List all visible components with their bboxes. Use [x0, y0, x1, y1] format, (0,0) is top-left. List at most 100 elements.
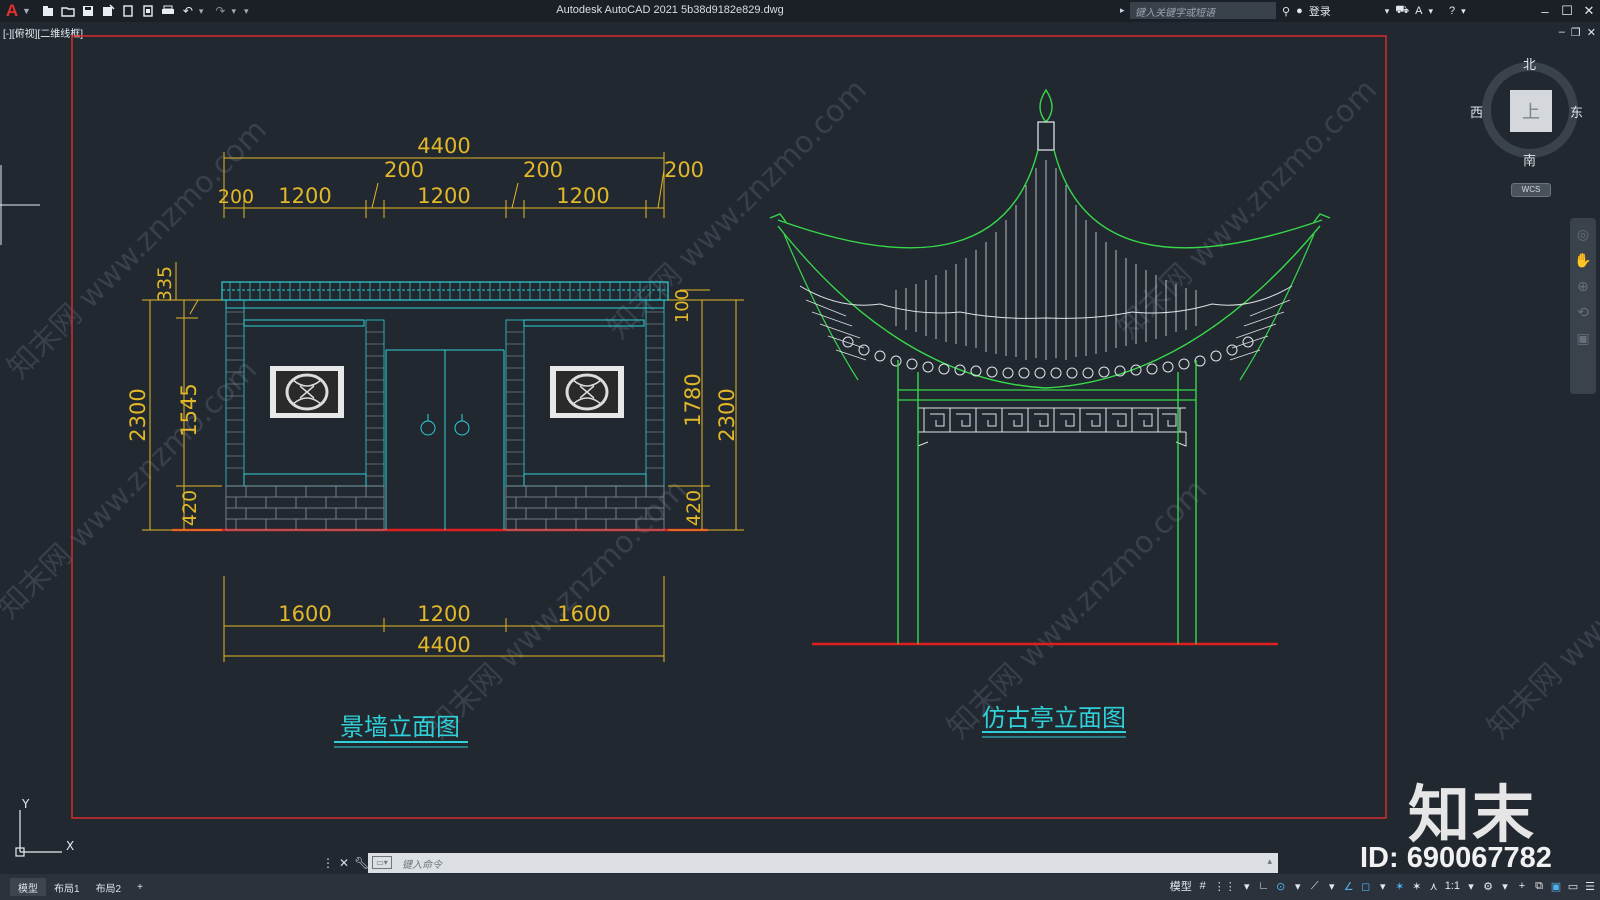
pavilion-title: 仿古亭立面图: [982, 704, 1126, 732]
compass-west[interactable]: 西: [1470, 102, 1483, 121]
double-door: [420, 350, 470, 530]
snap-icon[interactable]: ⋮⋮: [1214, 878, 1236, 894]
command-input[interactable]: ▭▾ 键入命令 ▴: [368, 853, 1278, 873]
wall-title: 景墙立面图: [340, 713, 460, 741]
user-icon[interactable]: ●: [1296, 5, 1303, 17]
viewcube[interactable]: 上 北 南 西 东: [1470, 54, 1583, 169]
dim-right-1: 1780: [681, 373, 705, 426]
annotation-monitor-icon[interactable]: +: [1516, 878, 1528, 894]
annotation-visibility-icon[interactable]: ✶: [1394, 878, 1406, 894]
dim-top-gap-3: 200: [664, 158, 704, 182]
polar-caret-icon[interactable]: ▾: [1292, 878, 1304, 894]
cart-icon[interactable]: ⛟: [1395, 4, 1409, 18]
dim-right-0: 100: [672, 289, 693, 323]
dim-bottom-seg-1: 1200: [417, 602, 470, 626]
login-caret-icon[interactable]: ▾: [1385, 6, 1390, 17]
watermark-layer: 知末网 www.znzmo.com 知末网 www.znzmo.com 知末网 …: [0, 73, 1600, 746]
isolate-objects-icon[interactable]: ▭: [1567, 878, 1579, 894]
pan-icon[interactable]: ✋: [1574, 252, 1591, 269]
viewcube-top-face[interactable]: 上: [1510, 90, 1552, 132]
dim-left-2: 420: [179, 490, 201, 526]
carved-window-left: [270, 366, 344, 418]
model-space-button[interactable]: 模型: [1170, 878, 1192, 894]
isodraft-icon[interactable]: ⟋: [1309, 878, 1321, 894]
dim-top-gap-0: 200: [218, 186, 254, 208]
dim-right-3: 2300: [715, 388, 739, 441]
search-icon[interactable]: ⚲: [1282, 5, 1290, 18]
dim-total-top: 4400: [417, 134, 470, 158]
orbit-icon[interactable]: ⟲: [1577, 304, 1589, 321]
autodesk-a360-icon[interactable]: A: [1415, 5, 1422, 17]
fretwork-lattice: [917, 407, 1187, 447]
watermark-text: 知末网 www.znzmo.com: [1481, 473, 1600, 746]
auto-scale-icon[interactable]: ✶: [1411, 878, 1423, 894]
dim-left-0: 335: [154, 266, 176, 302]
workspace-caret-icon[interactable]: ▾: [1499, 878, 1511, 894]
grip-icon[interactable]: ⋮: [322, 856, 334, 870]
minimize-icon[interactable]: –: [1534, 0, 1556, 22]
dim-left-3: 2300: [126, 388, 150, 441]
tab-layout1[interactable]: 布局1: [46, 878, 88, 896]
tab-model[interactable]: 模型: [10, 878, 46, 896]
dim-top-gap-1: 200: [384, 158, 424, 182]
help-icon[interactable]: ?: [1449, 5, 1455, 17]
command-placeholder: 键入命令: [402, 860, 442, 871]
dim-bottom-total: 4400: [417, 633, 470, 657]
command-line: ⋮ ✕ 🔧︎ ▭▾ 键入命令 ▴: [322, 852, 1278, 874]
dim-bottom-seg-2: 1600: [557, 602, 610, 626]
workspace-gear-icon[interactable]: ⚙: [1482, 878, 1494, 894]
status-bar: 模型 布局1 布局2 + 模型 # ⋮⋮ ▾ ∟ ⊙ ▾ ⟋ ▾ ∠ ◻ ▾ ✶…: [0, 874, 1600, 900]
brand-logo: 知末: [1408, 778, 1537, 851]
scale-caret-icon[interactable]: ▾: [1465, 878, 1477, 894]
grid-icon[interactable]: #: [1197, 878, 1209, 894]
polar-icon[interactable]: ⊙: [1275, 878, 1287, 894]
close-icon[interactable]: ✕: [1578, 0, 1600, 22]
watermark-text: 知末网 www.znzmo.com: [1, 113, 274, 386]
object-snap-tracking-icon[interactable]: ∠: [1343, 878, 1355, 894]
drawing-canvas[interactable]: 知末网 www.znzmo.com 知末网 www.znzmo.com 知末网 …: [0, 22, 1600, 874]
snap-caret-icon[interactable]: ▾: [1241, 878, 1253, 894]
steering-wheel-icon[interactable]: ◎: [1577, 226, 1589, 243]
compass-east[interactable]: 东: [1570, 102, 1583, 121]
showmotion-icon[interactable]: ▣: [1576, 330, 1589, 347]
isodraft-caret-icon[interactable]: ▾: [1326, 878, 1338, 894]
tab-layout2[interactable]: 布局2: [88, 878, 130, 896]
dim-top-panel-1: 1200: [417, 184, 470, 208]
a360-caret-icon[interactable]: ▾: [1428, 6, 1433, 17]
zoom-icon[interactable]: ⊕: [1577, 278, 1589, 295]
recent-commands-icon[interactable]: ▭▾: [372, 856, 392, 869]
units-icon[interactable]: ⧉: [1533, 878, 1545, 894]
annotation-scale-icon[interactable]: ⋏: [1428, 878, 1440, 894]
carved-window-right: [550, 366, 624, 418]
object-snap-caret-icon[interactable]: ▾: [1377, 878, 1389, 894]
quick-properties-icon[interactable]: ▣: [1550, 878, 1562, 894]
svg-text:X: X: [66, 839, 74, 853]
annotation-scale-value[interactable]: 1:1: [1445, 878, 1460, 894]
dim-bottom-seg-0: 1600: [278, 602, 331, 626]
dim-top-panel-2: 1200: [556, 184, 609, 208]
expand-search-icon[interactable]: ▸: [1120, 5, 1125, 16]
navigation-bar: ◎ ✋ ⊕ ⟲ ▣: [1570, 218, 1596, 394]
svg-text:Y: Y: [21, 797, 30, 811]
ortho-icon[interactable]: ∟: [1258, 878, 1270, 894]
title-bar: A ▼ ↶ ▾ ↷ ▾ ▾ Autodesk AutoCAD 2021 5b38…: [0, 0, 1600, 22]
compass-south[interactable]: 南: [1523, 150, 1536, 169]
wcs-menu[interactable]: WCS: [1511, 183, 1551, 197]
dim-top-panel-0: 1200: [278, 184, 331, 208]
dim-right-2: 420: [683, 490, 705, 526]
help-search-input[interactable]: 键入关键字或短语: [1130, 2, 1276, 19]
login-button[interactable]: 登录: [1309, 3, 1331, 19]
customization-menu-icon[interactable]: ☰: [1584, 878, 1596, 894]
add-layout-button[interactable]: +: [129, 878, 151, 896]
history-caret-icon[interactable]: ▴: [1267, 856, 1272, 867]
help-caret-icon[interactable]: ▾: [1461, 6, 1466, 17]
dim-top-gap-2: 200: [523, 158, 563, 182]
maximize-icon[interactable]: ☐: [1556, 0, 1578, 22]
compass-north[interactable]: 北: [1523, 54, 1536, 73]
customize-cmdline-icon[interactable]: 🔧︎: [354, 856, 369, 870]
ucs-icon: Y X: [15, 797, 74, 857]
crosshair-cursor: [0, 165, 40, 245]
landscape-wall-elevation: 4400 200 1200 200 1200 200 1200 200 1600…: [126, 134, 744, 748]
close-cmdline-icon[interactable]: ✕: [339, 856, 349, 870]
object-snap-icon[interactable]: ◻: [1360, 878, 1372, 894]
